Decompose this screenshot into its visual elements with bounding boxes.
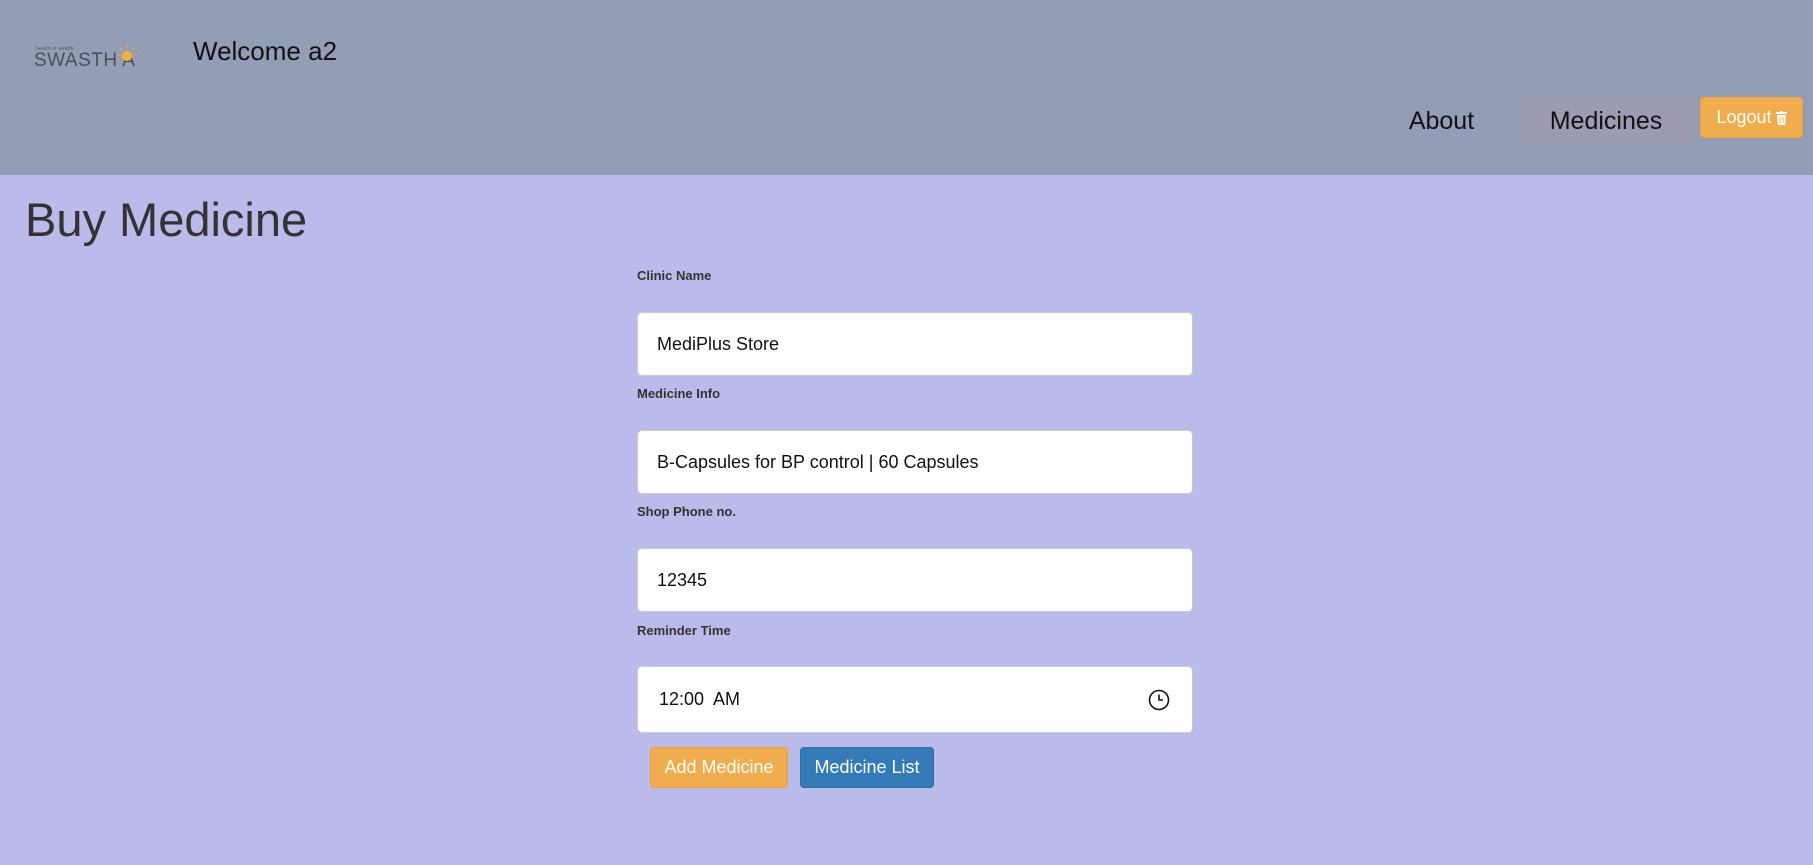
logout-label: Logout bbox=[1716, 107, 1772, 127]
shop-phone-input[interactable] bbox=[637, 548, 1193, 612]
medicine-info-input[interactable] bbox=[637, 430, 1193, 494]
trash-icon bbox=[1775, 110, 1787, 125]
reminder-time-input[interactable]: 12:00 AM bbox=[637, 666, 1193, 733]
medicine-info-label: Medicine Info bbox=[637, 386, 721, 401]
top-header: health is wealth SWASTH A Welcome a2 Abo… bbox=[0, 0, 1813, 175]
page-title: Buy Medicine bbox=[25, 193, 308, 246]
nav-about[interactable]: About bbox=[1390, 98, 1493, 144]
swasthya-logo[interactable]: health is wealth SWASTH A bbox=[34, 40, 144, 74]
clinic-name-input[interactable] bbox=[637, 312, 1193, 376]
reminder-time-label: Reminder Time bbox=[637, 623, 731, 638]
clock-icon[interactable] bbox=[1148, 689, 1170, 711]
add-medicine-button[interactable]: Add Medicine bbox=[650, 747, 788, 788]
sun-icon bbox=[116, 44, 138, 61]
nav-medicines[interactable]: Medicines bbox=[1519, 97, 1693, 145]
clinic-name-label: Clinic Name bbox=[637, 268, 712, 283]
welcome-text: Welcome a2 bbox=[193, 36, 338, 66]
shop-phone-label: Shop Phone no. bbox=[637, 504, 736, 519]
logout-button[interactable]: Logout bbox=[1700, 97, 1803, 138]
reminder-time-value: 12:00 AM bbox=[659, 689, 741, 709]
medicine-list-button[interactable]: Medicine List bbox=[800, 747, 934, 788]
